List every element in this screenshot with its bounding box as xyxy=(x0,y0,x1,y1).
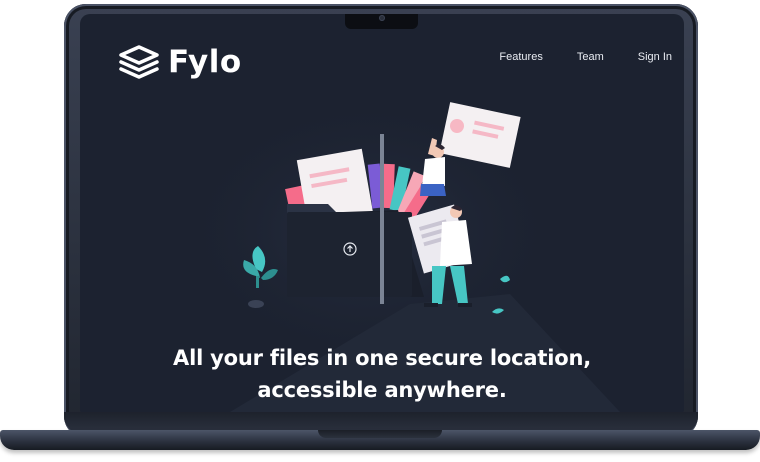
nav-link-sign-in[interactable]: Sign In xyxy=(638,51,672,63)
brand-name: Fylo xyxy=(168,44,242,80)
hero-title: All your files in one secure location, a… xyxy=(80,342,684,406)
camera-icon xyxy=(379,15,385,21)
hero-title-line-2: accessible anywhere. xyxy=(257,378,507,402)
hero-title-line-1: All your files in one secure location, xyxy=(173,346,591,370)
nav-link-team[interactable]: Team xyxy=(577,51,604,63)
stacked-layers-icon xyxy=(119,45,159,79)
brand-logo[interactable]: Fylo xyxy=(118,44,242,80)
main-nav: Features Team Sign In xyxy=(465,51,672,63)
nav-link-features[interactable]: Features xyxy=(499,51,542,63)
laptop-base-notch xyxy=(318,430,442,438)
